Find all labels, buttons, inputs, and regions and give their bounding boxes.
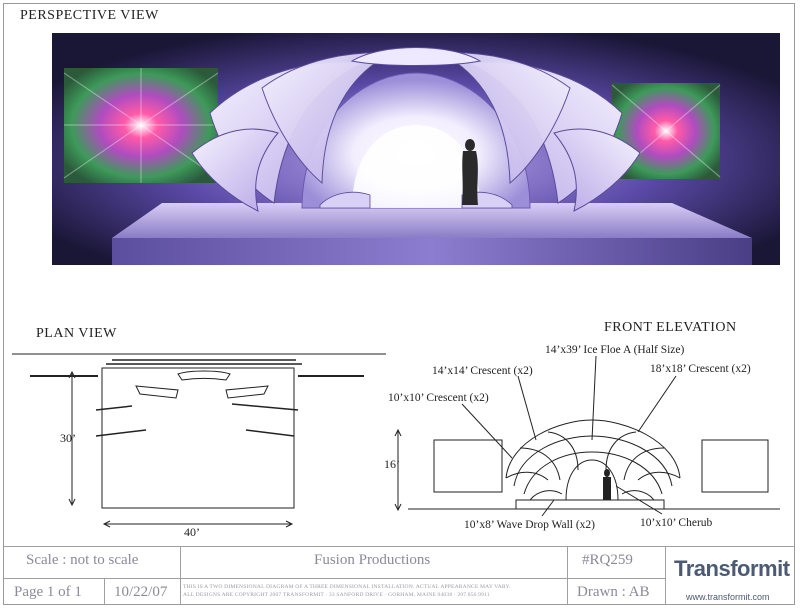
page-number: Page 1 of 1 (14, 584, 82, 600)
company-website: www.transformit.com (686, 592, 770, 602)
plan-depth-dimension: 30’ (60, 431, 76, 445)
drawing-date: 10/22/07 (114, 584, 168, 600)
front-elevation-drawing (394, 356, 780, 517)
company-logo: Transformit (674, 556, 790, 581)
job-number: #RQ259 (582, 552, 633, 568)
client-name: Fusion Productions (314, 552, 431, 568)
disclaimer-line-2: ALL DESIGNS ARE COPYRIGHT 2007 TRANSFORM… (183, 592, 490, 598)
drawn-by: Drawn : AB (577, 584, 650, 600)
front-elevation-heading: FRONT ELEVATION (604, 320, 737, 335)
stage-front-edge (112, 238, 752, 265)
scale-note: Scale : not to scale (26, 552, 139, 568)
plan-width-dimension: 40’ (184, 525, 200, 539)
title-block-row-divider (3, 578, 665, 579)
title-block-col-divider (665, 546, 666, 605)
title-block-col-divider (567, 546, 568, 605)
perspective-rendering (52, 33, 780, 265)
left-video-screen (63, 68, 219, 183)
disclaimer-line-1: THIS IS A TWO DIMENSIONAL DIAGRAM OF A T… (183, 584, 511, 590)
callout-wave-drop: 10’x8’ Wave Drop Wall (x2) (464, 519, 596, 531)
title-block-col-divider (104, 578, 105, 605)
title-block-divider (3, 546, 795, 547)
callout-ice-floe: 14’x39’ Ice Floe A (Half Size) (545, 344, 685, 356)
perspective-view-heading: PERSPECTIVE VIEW (20, 8, 159, 23)
title-block-col-divider (180, 546, 181, 605)
